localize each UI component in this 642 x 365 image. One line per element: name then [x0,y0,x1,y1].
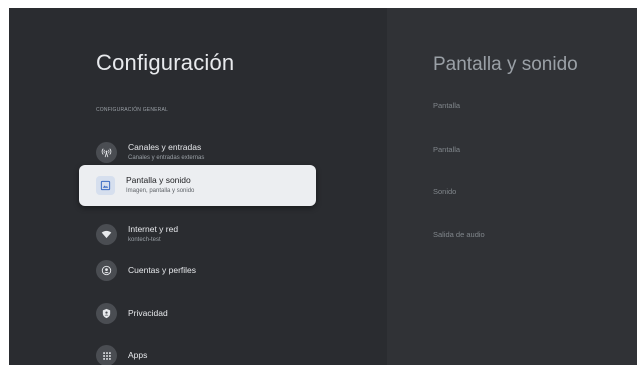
picture-icon [96,176,115,195]
menu-item-privacy[interactable]: Privacidad [79,293,316,334]
menu-item-label: Internet y red [128,224,179,234]
tv-screen: Configuración CONFIGURACIÓN GENERAL Cana… [9,8,637,365]
menu-item-sublabel: Imagen, pantalla y sonido [126,188,195,194]
menu-item-label: Cuentas y perfiles [128,265,197,275]
menu-item-display-sound[interactable]: Pantalla y sonido Imagen, pantalla y son… [79,165,316,206]
menu-item-sublabel: kontech-test [128,237,161,243]
settings-pane: Configuración CONFIGURACIÓN GENERAL Cana… [9,8,387,365]
page-title: Configuración [96,50,235,75]
menu-item-accounts-profiles[interactable]: Cuentas y perfiles [79,250,316,291]
menu-item-apps[interactable]: Apps [79,335,316,365]
menu-item-internet-network[interactable]: Internet y red kontech-test [79,214,316,255]
antenna-icon [96,142,117,163]
shield-icon [96,303,117,324]
detail-item-display-2[interactable]: Pantalla [433,145,460,154]
apps-grid-icon [96,345,117,365]
menu-item-label: Pantalla y sonido [126,175,191,185]
menu-item-label: Privacidad [128,308,168,318]
wifi-icon [96,224,117,245]
menu-item-label: Canales y entradas [128,142,202,152]
detail-item-audio-output[interactable]: Salida de audio [433,230,485,239]
detail-item-sound[interactable]: Sonido [433,187,456,196]
detail-item-display[interactable]: Pantalla [433,101,460,110]
account-icon [96,260,117,281]
menu-item-label: Apps [128,350,148,360]
menu-item-sublabel: Canales y entradas externas [128,155,205,161]
section-header: CONFIGURACIÓN GENERAL [96,107,168,113]
detail-title: Pantalla y sonido [433,54,578,75]
detail-pane: Pantalla y sonido Pantalla Pantalla Soni… [387,8,637,365]
